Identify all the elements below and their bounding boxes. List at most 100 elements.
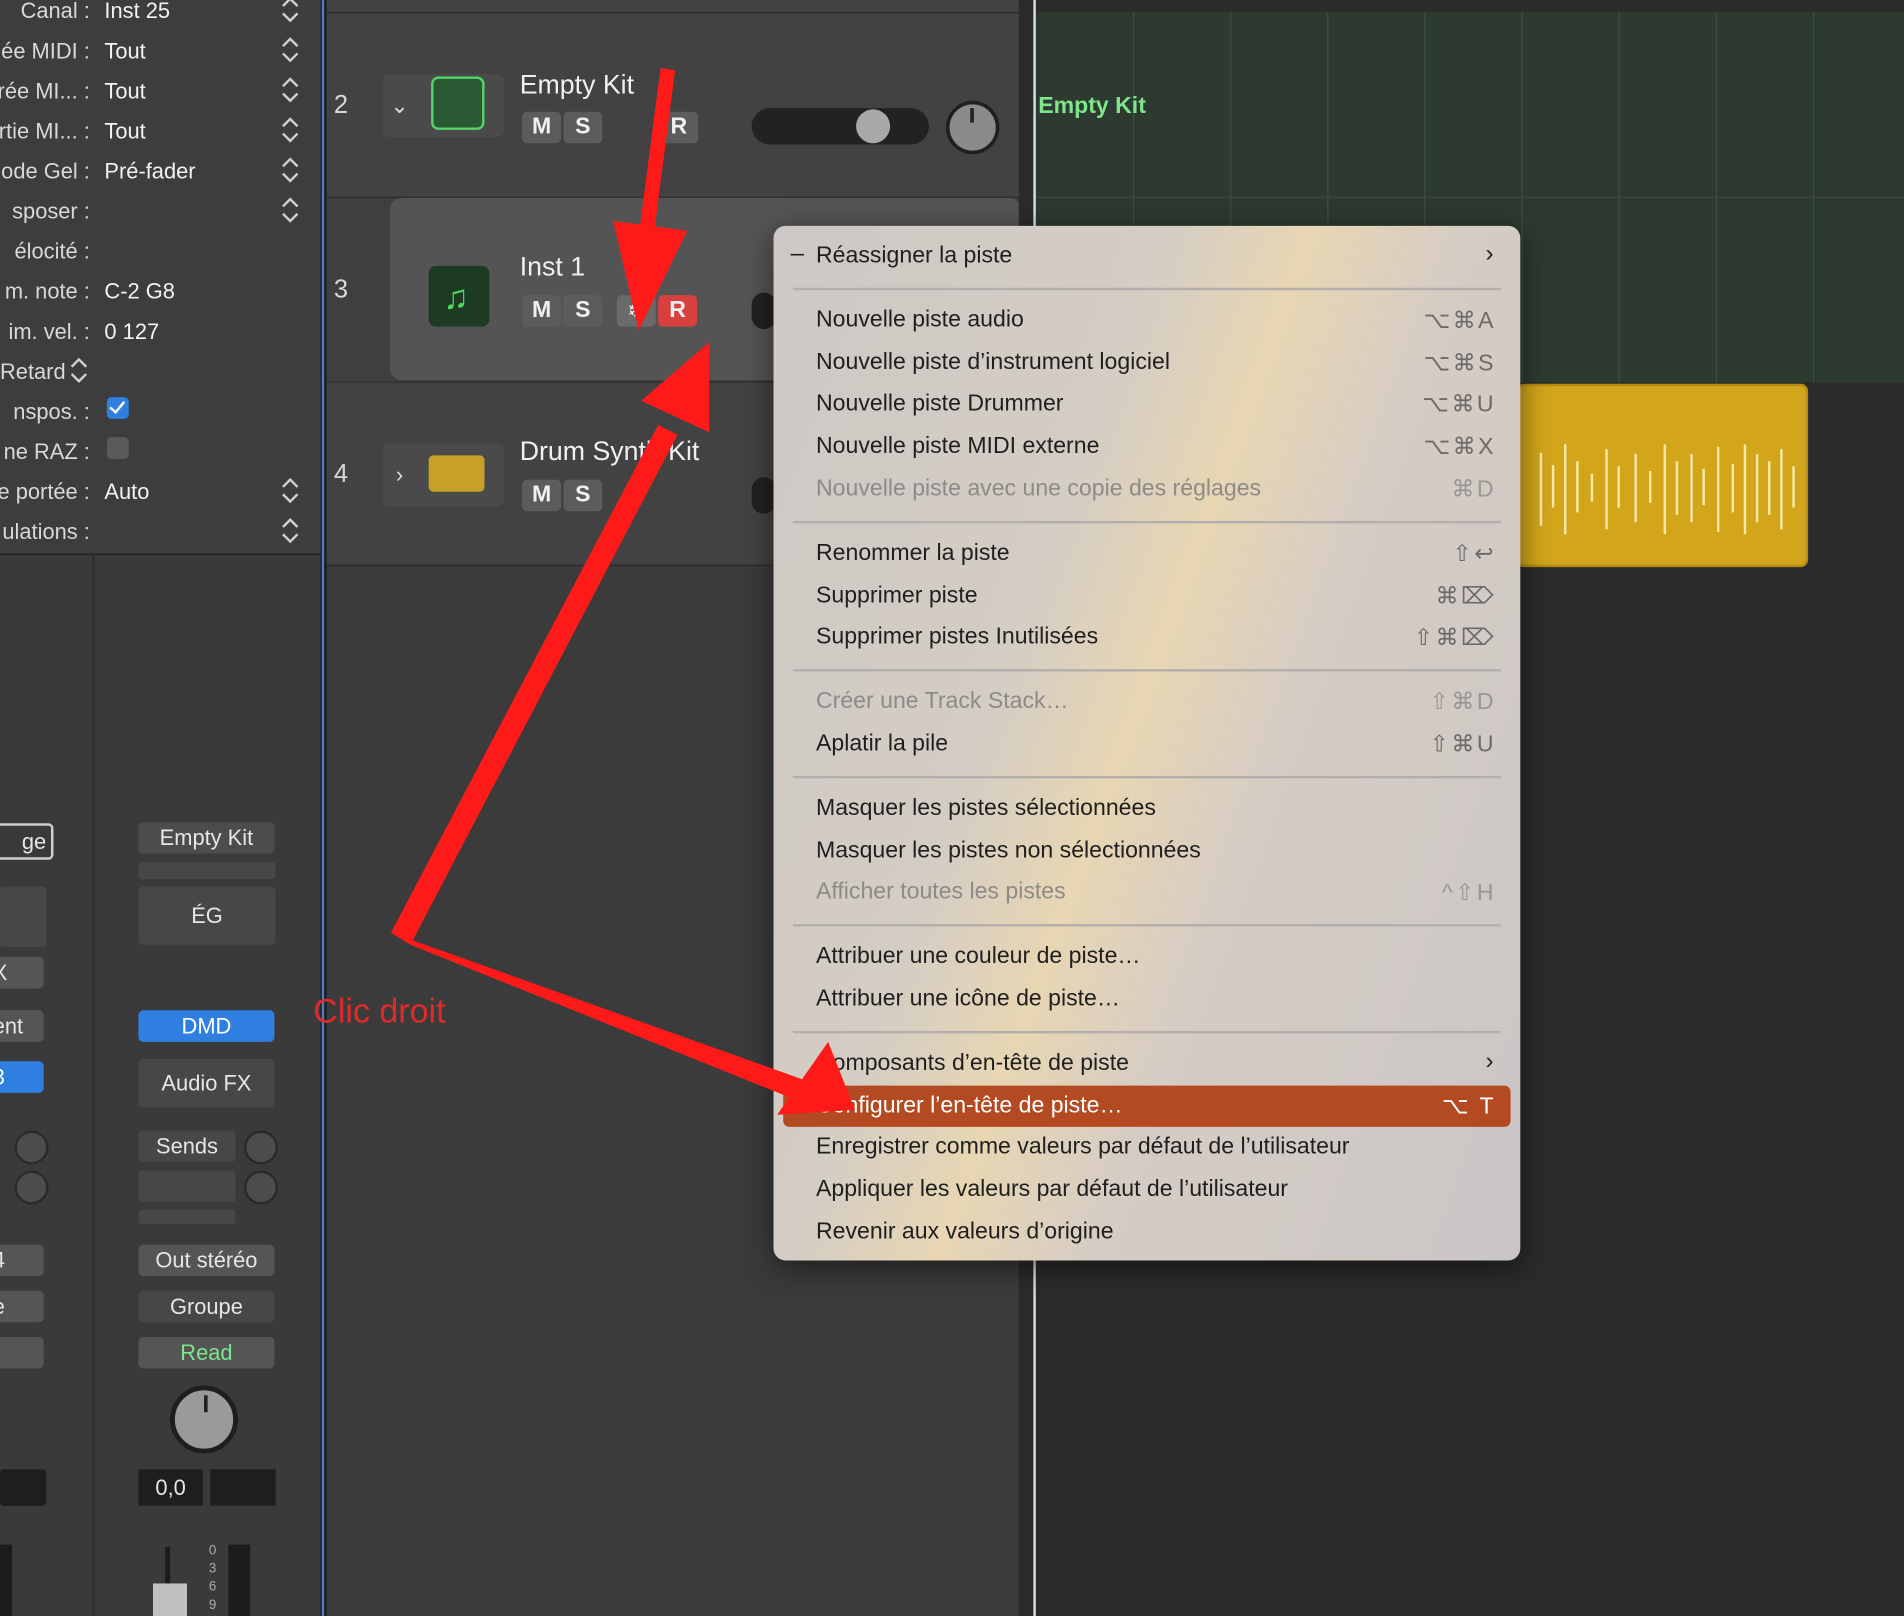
music-note-icon[interactable]: ♫: [428, 265, 490, 327]
strip-send-knob-2[interactable]: [244, 1170, 279, 1205]
inspector-row[interactable]: m. note : C-2 G8: [0, 271, 321, 311]
inspector-row[interactable]: im. vel. : 0 127: [0, 311, 321, 351]
menu-item-label: Configurer l’en-tête de piste…: [816, 1092, 1123, 1118]
menu-item[interactable]: Nouvelle piste Drummer ⌥⌘U: [774, 384, 1521, 425]
inspector-row[interactable]: trée MI... : Tout: [0, 70, 321, 110]
left-strip-group-button[interactable]: e: [0, 1290, 44, 1323]
checkbox[interactable]: [106, 397, 129, 419]
inspector-row[interactable]: élocité :: [0, 231, 321, 271]
dash-icon: –: [790, 240, 805, 268]
left-strip-output-button[interactable]: 4: [0, 1244, 44, 1277]
inspector-row[interactable]: sposer :: [0, 191, 321, 231]
volume-slider-thumb[interactable]: [856, 109, 891, 144]
menu-item[interactable]: Renommer la piste ⇧↩: [774, 533, 1521, 574]
left-strip-send-knob-2[interactable]: [14, 1170, 49, 1205]
strip-sends-slot-2[interactable]: [138, 1170, 236, 1203]
inspector-row[interactable]: Canal : Inst 25: [0, 0, 321, 30]
left-strip-send-knob[interactable]: [14, 1130, 49, 1165]
inspector-row[interactable]: ortie MI... : Tout: [0, 111, 321, 151]
inspector-row[interactable]: Retard: [0, 351, 321, 391]
strip-automation-button[interactable]: Read: [138, 1336, 275, 1369]
inspector-row[interactable]: ulations :: [0, 511, 321, 551]
strip-sends-slot-3[interactable]: [138, 1209, 236, 1225]
menu-item[interactable]: Attribuer une icône de piste…: [774, 979, 1521, 1020]
volume-slider[interactable]: [751, 477, 776, 514]
chevron-down-icon[interactable]: ⌄: [382, 74, 417, 138]
inspector-row[interactable]: ée MIDI : Tout: [0, 30, 321, 70]
chevron-right-icon[interactable]: ›: [382, 443, 417, 507]
solo-button[interactable]: S: [563, 111, 603, 144]
mute-button[interactable]: M: [522, 479, 562, 512]
track-name[interactable]: Drum Synth Kit: [520, 436, 700, 468]
solo-button[interactable]: S: [563, 295, 603, 327]
menu-item[interactable]: Attribuer une couleur de piste…: [774, 936, 1521, 977]
menu-item[interactable]: Supprimer pistes Inutilisées ⇧⌘⌦: [774, 617, 1521, 658]
mute-button[interactable]: M: [522, 295, 562, 327]
menu-item[interactable]: Revenir aux valeurs d’origine: [774, 1212, 1521, 1253]
up-down-arrows-icon[interactable]: [68, 353, 90, 387]
record-button[interactable]: R: [659, 111, 699, 144]
record-button[interactable]: R: [658, 295, 698, 327]
fader-cap[interactable]: [153, 1583, 188, 1616]
left-strip-automation-button[interactable]: l: [0, 1336, 44, 1369]
left-strip-eq-slot[interactable]: [0, 886, 47, 948]
strip-setting-button[interactable]: Empty Kit: [138, 822, 275, 854]
menu-item[interactable]: Aplatir la pile ⇧⌘U: [774, 724, 1521, 765]
strip-group-button[interactable]: Groupe: [138, 1290, 275, 1323]
menu-item[interactable]: Nouvelle piste audio ⌥⌘A: [774, 300, 1521, 341]
pan-knob[interactable]: [945, 100, 1000, 155]
menu-item[interactable]: Supprimer piste ⌘⌦: [774, 575, 1521, 616]
menu-item[interactable]: Configurer l’en-tête de piste… ⌥ T: [783, 1085, 1511, 1127]
inspector-row-label: trée MI... :: [0, 78, 90, 104]
solo-button[interactable]: S: [563, 479, 603, 512]
keyboard-icon: [428, 455, 485, 492]
strip-eq-display[interactable]: ÉG: [138, 886, 276, 945]
inspector-row-value: C-2 G8: [104, 279, 175, 304]
inspector-row[interactable]: ne RAZ :: [0, 431, 321, 471]
up-down-arrows-icon[interactable]: [279, 193, 301, 227]
menu-item[interactable]: Enregistrer comme valeurs par défaut de …: [774, 1127, 1521, 1168]
track-name[interactable]: Empty Kit: [520, 69, 634, 101]
pan-knob[interactable]: [170, 1385, 239, 1454]
up-down-arrows-icon[interactable]: [279, 113, 301, 147]
inspector-row[interactable]: e portée : Auto: [0, 471, 321, 511]
menu-item[interactable]: Masquer les pistes sélectionnées: [774, 788, 1521, 829]
volume-slider[interactable]: [751, 108, 929, 145]
mute-button[interactable]: M: [522, 111, 562, 144]
strip-sends-slot[interactable]: Sends: [138, 1130, 236, 1163]
up-down-arrows-icon[interactable]: [279, 474, 301, 508]
checkbox[interactable]: [106, 437, 129, 460]
strip-instrument-button[interactable]: DMD: [138, 1010, 275, 1042]
strip-gain-slot[interactable]: [138, 862, 276, 880]
inspector-row[interactable]: ode Gel : Pré-fader: [0, 151, 321, 191]
track-name[interactable]: Inst 1: [520, 251, 585, 283]
menu-item[interactable]: – Réassigner la piste ›: [774, 236, 1521, 277]
up-down-arrows-icon[interactable]: [279, 514, 301, 548]
menu-item[interactable]: Masquer les pistes non sélectionnées: [774, 830, 1521, 871]
up-down-arrows-icon[interactable]: [279, 33, 301, 67]
left-strip-input-button[interactable]: 3: [0, 1061, 44, 1093]
menu-item[interactable]: Composants d’en-tête de piste ›: [774, 1043, 1521, 1084]
left-strip-instrument-button[interactable]: ent: [0, 1010, 44, 1042]
meter-scale: 0 3 6 9: [209, 1542, 224, 1616]
up-down-arrows-icon[interactable]: [279, 0, 301, 27]
strip-output-button[interactable]: Out stéréo: [138, 1244, 275, 1277]
menu-item[interactable]: Nouvelle piste d’instrument logiciel ⌥⌘S: [774, 342, 1521, 383]
left-strip-setting-button[interactable]: ge: [0, 823, 54, 860]
audio-region-drum-synth-kit[interactable]: [1516, 383, 1809, 568]
left-strip-fx-button[interactable]: X: [0, 956, 44, 989]
track-row-empty-kit[interactable]: 2 ⌄ Empty Kit M S R: [326, 12, 1019, 195]
freeze-icon[interactable]: ❄: [616, 295, 656, 327]
track-icon-frame[interactable]: [416, 443, 504, 507]
strip-send-knob[interactable]: [244, 1130, 279, 1165]
menu-item-label: Supprimer piste: [816, 582, 978, 608]
volume-fader[interactable]: [146, 1547, 190, 1616]
volume-slider[interactable]: [751, 292, 776, 330]
strip-audio-fx-slot[interactable]: Audio FX: [138, 1058, 275, 1108]
up-down-arrows-icon[interactable]: [279, 73, 301, 107]
menu-item[interactable]: Appliquer les valeurs par défaut de l’ut…: [774, 1170, 1521, 1211]
menu-item[interactable]: Nouvelle piste MIDI externe ⌥⌘X: [774, 426, 1521, 467]
up-down-arrows-icon[interactable]: [279, 153, 301, 187]
track-icon-frame[interactable]: [416, 74, 504, 138]
inspector-row[interactable]: nspos. :: [0, 391, 321, 431]
